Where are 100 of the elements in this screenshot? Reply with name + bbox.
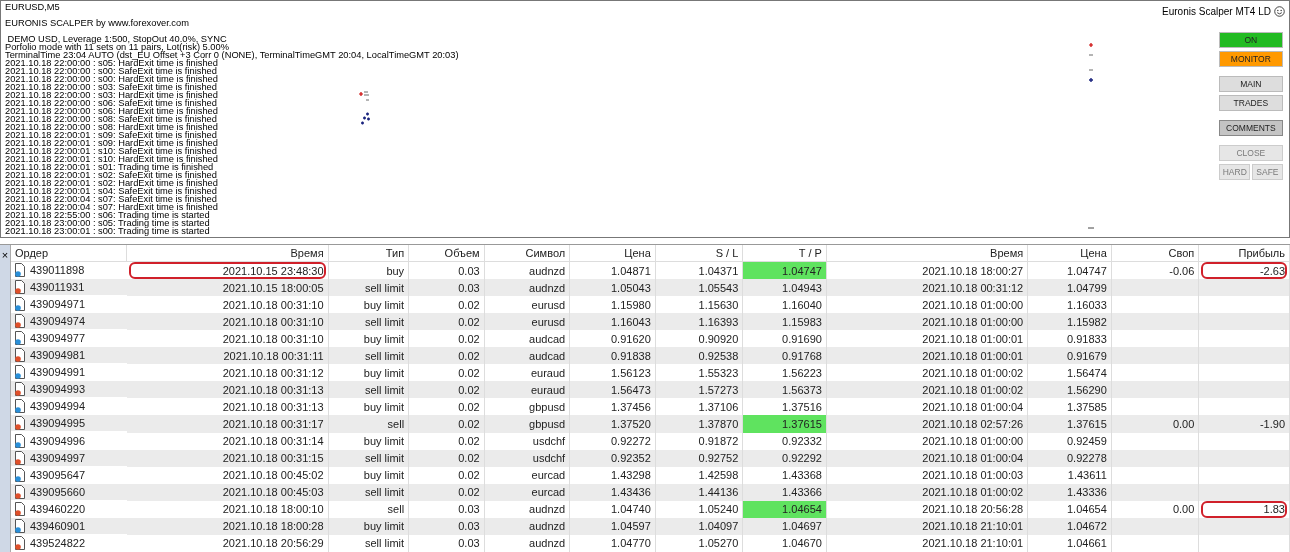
table-cell: 0.02 (408, 415, 485, 433)
close-button[interactable]: × (0, 250, 10, 260)
table-cell: 1.16043 (569, 313, 656, 331)
column-header[interactable]: S / L (655, 245, 743, 262)
column-header[interactable]: T / P (742, 245, 827, 262)
log-line: 2021.10.18 22:00:04 : s07: SafeExit time is finished (5, 195, 219, 203)
expert-title: Euronis Scalper MT4 LD (1162, 6, 1271, 17)
panel-button[interactable]: ON (1218, 32, 1283, 48)
table-cell: 0.03 (408, 500, 485, 518)
table-cell: 1.05543 (655, 279, 743, 297)
column-header[interactable]: Цена (569, 245, 656, 262)
table-cell: 0.02 (408, 483, 485, 501)
table-cell: 1.15983 (742, 313, 827, 331)
table-cell: 1.37615 (1027, 415, 1112, 433)
table-cell: 1.43366 (742, 483, 827, 501)
log-line: 2021.10.18 22:00:01 : s02: SafeExit time is finished (5, 171, 217, 179)
table-cell: sell limit (328, 347, 409, 365)
table-cell: 1.04597 (569, 517, 656, 535)
table-cell: 0.02 (408, 313, 485, 331)
log-line: DEMO USD, Leverage 1:500, StopOut 40.0%, SYNC (7, 35, 228, 43)
log-line: 2021.10.18 22:00:04 : s07: HardExit time is finished (5, 203, 219, 211)
order-number: 439524822 (30, 536, 86, 549)
panel-button[interactable]: COMMENTS (1218, 120, 1283, 136)
log-line: 2021.10.18 22:00:00 : s06: HardExit time is finished (5, 107, 219, 115)
table-cell: 0.00 (1111, 415, 1199, 433)
table-cell: eurcad (484, 483, 570, 501)
order-number: 439095660 (30, 485, 86, 498)
log-line: 2021.10.18 22:00:01 : s10: HardExit time is finished (5, 155, 219, 163)
table-cell: 2021.10.18 00:45:03 (126, 483, 329, 501)
table-cell: 2021.10.18 20:56:28 (826, 500, 1028, 518)
column-header[interactable]: Время (126, 245, 329, 262)
table-cell: 0.91679 (1027, 347, 1112, 365)
log-line: 2021.10.18 22:00:00 : s00: SafeExit time is finished (5, 67, 219, 75)
table-cell: 1.42598 (655, 466, 743, 484)
table-cell: 1.04097 (655, 517, 743, 535)
column-header[interactable]: Своп (1111, 245, 1199, 262)
table-cell: 2021.10.18 01:00:04 (826, 449, 1028, 467)
table-cell: 0.92278 (1027, 449, 1112, 467)
price-marks-drawing (1088, 43, 1094, 83)
column-header[interactable]: Ордер (11, 245, 127, 262)
table-cell: -2.63 (1259, 264, 1285, 277)
column-header[interactable]: Символ (484, 245, 570, 262)
table-cell: 2021.10.18 00:31:13 (126, 381, 329, 399)
table-cell: 0.92332 (742, 432, 827, 450)
column-header[interactable]: Цена (1027, 245, 1112, 262)
table-cell: 0.92752 (655, 449, 743, 467)
table-cell: 0.02 (408, 381, 485, 399)
table-cell: 1.37520 (569, 415, 656, 433)
table-cell: 2021.10.18 21:10:01 (826, 534, 1028, 552)
table-cell: gbpusd (484, 415, 570, 433)
table-cell: buy limit (328, 517, 409, 535)
log-line: EURONIS SCALPER by www.forexover.com (5, 19, 190, 27)
table-cell: 1.43336 (1027, 483, 1112, 501)
log-line: 2021.10.18 22:00:00 : s03: SafeExit time is finished (5, 83, 219, 91)
table-cell: 2021.10.18 00:31:12 (826, 279, 1028, 297)
table-cell: sell limit (328, 279, 409, 297)
table-cell: 1.04770 (569, 534, 656, 552)
table-cell: 1.56373 (742, 381, 827, 399)
table-cell: audcad (484, 347, 570, 365)
table-cell: 0.02 (408, 432, 485, 450)
table-cell: 2021.10.18 00:31:17 (126, 415, 329, 433)
table-cell: sell limit (328, 313, 409, 331)
log-line: 2021.10.18 22:55:00 : s06: Trading time is started (5, 211, 210, 219)
log-line: TerminalTime 23:04 AUTO (dst_EU Offset +3 Corr 0 (NONE), TerminalTimeGMT 20:04, LocalTimeGMT 20:03) (5, 51, 459, 59)
table-cell: eurcad (484, 466, 570, 484)
table-cell: 1.43436 (569, 483, 656, 501)
table-cell: sell (328, 500, 409, 518)
panel-button[interactable]: TRADES (1218, 95, 1283, 111)
table-cell: buy limit (328, 466, 409, 484)
table-cell: audnzd (484, 517, 570, 535)
table-cell: 1.05240 (655, 500, 743, 518)
log-line: 2021.10.18 22:00:00 : s00: HardExit time is finished (5, 75, 219, 83)
column-header[interactable]: Время (826, 245, 1028, 262)
table-cell: euraud (484, 381, 570, 399)
table-cell: 1.57273 (655, 381, 743, 399)
table-cell: sell limit (328, 381, 409, 399)
column-header[interactable]: Прибыль (1198, 245, 1290, 262)
table-cell: 0.03 (408, 517, 485, 535)
table-cell: 2021.10.15 18:00:05 (126, 279, 329, 297)
column-header[interactable]: Тип (328, 245, 409, 262)
table-cell: 0.91768 (742, 347, 827, 365)
panel-button[interactable]: MAIN (1218, 76, 1283, 92)
table-cell: eurusd (484, 313, 570, 331)
order-number: 439094997 (30, 451, 86, 464)
table-cell: audnzd (484, 534, 570, 552)
table-cell: 1.43368 (742, 466, 827, 484)
table-cell: 0.00 (1111, 500, 1199, 518)
table-cell: 2021.10.18 20:56:29 (126, 534, 329, 552)
table-cell: 0.92292 (742, 449, 827, 467)
log-line: Porfolio mode with 11 sets on 11 pairs, Lot(risk) 5.00% (5, 43, 229, 51)
table-cell: audnzd (484, 279, 570, 297)
table-cell: sell (328, 415, 409, 433)
table-cell: 2021.10.18 21:10:01 (826, 517, 1028, 535)
panel-button[interactable]: MONITOR (1218, 51, 1283, 67)
table-cell: 1.04740 (569, 500, 656, 518)
column-header[interactable]: Объем (408, 245, 485, 262)
table-cell: 1.05270 (655, 534, 743, 552)
table-cell: 2021.10.18 01:00:02 (826, 381, 1028, 399)
log-line: 2021.10.18 23:00:01 : s00: Trading time is started (5, 227, 211, 235)
log-line: 2021.10.18 22:00:01 : s02: HardExit time is finished (5, 179, 219, 187)
